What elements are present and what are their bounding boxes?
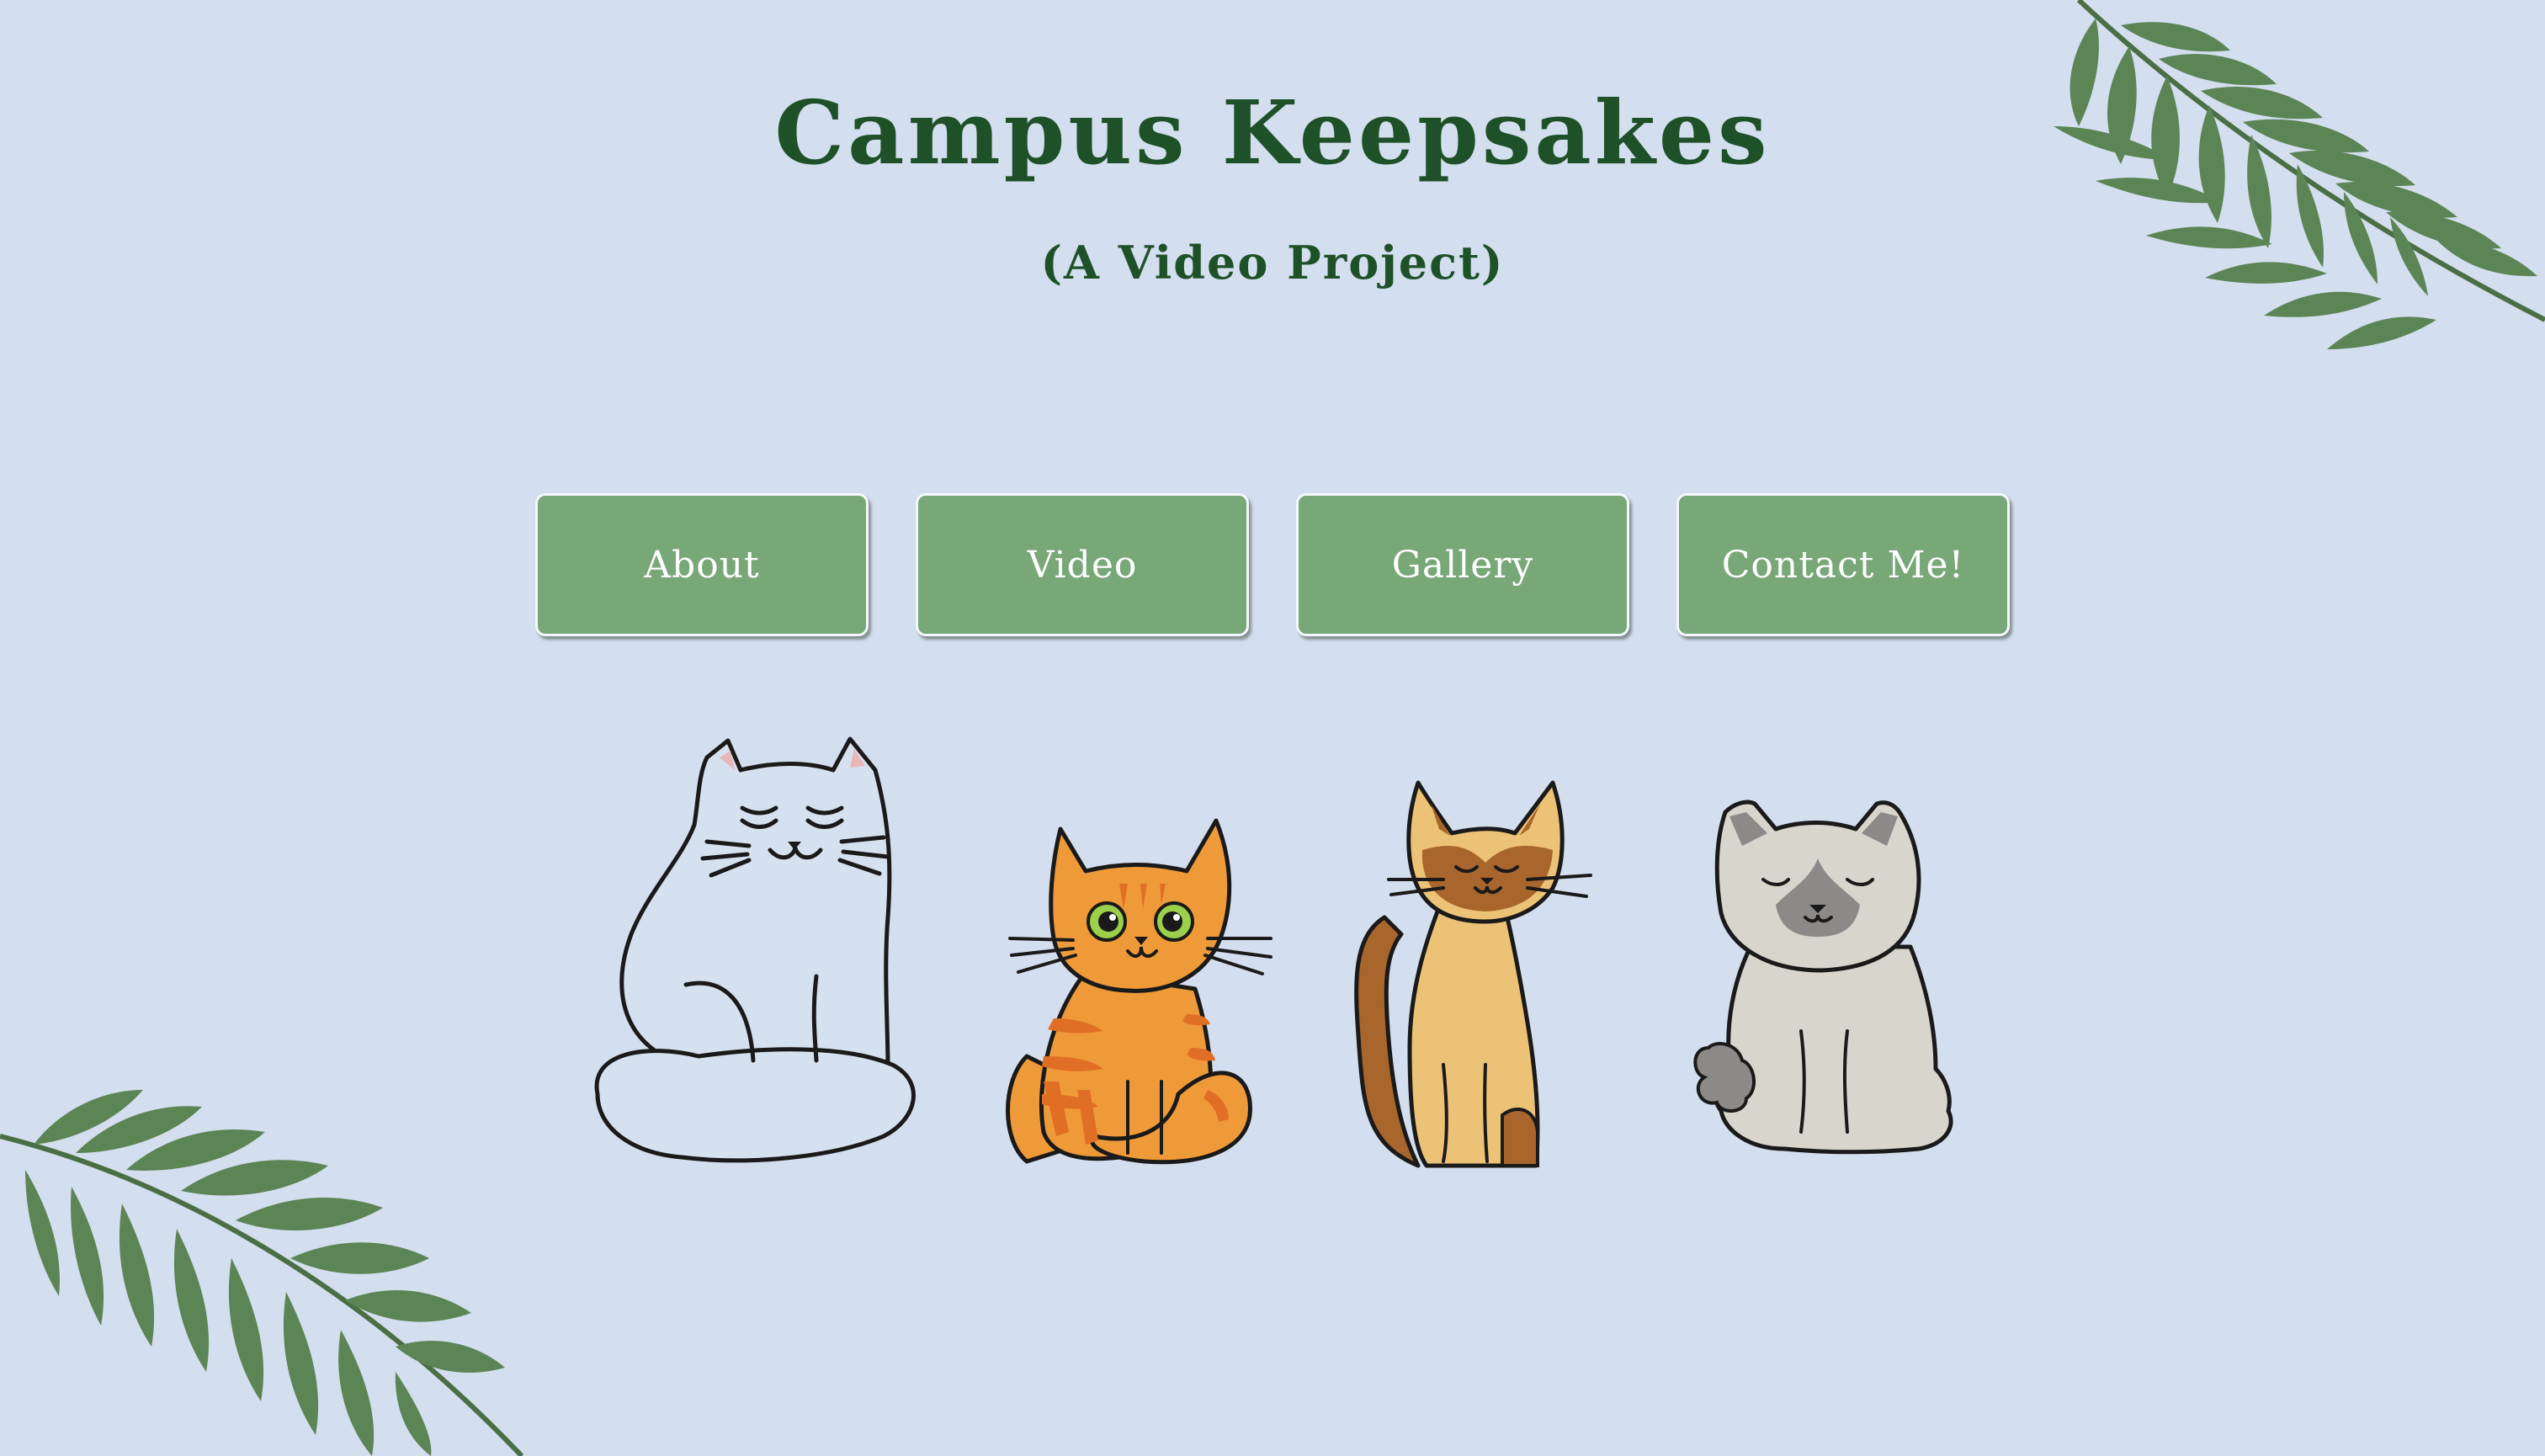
siamese-cat-illustration	[1354, 780, 1592, 1168]
gallery-button[interactable]: Gallery	[1296, 493, 1629, 636]
fern-leaf-top-right	[2054, 0, 2545, 349]
video-button[interactable]: Video	[916, 493, 1249, 636]
orange-tabby-cat-illustration	[1006, 818, 1272, 1165]
fern-leaf-bottom-left	[0, 1090, 524, 1456]
page-title: Campus Keepsakes	[774, 81, 1771, 184]
fluffy-gray-cat-illustration	[1693, 800, 1953, 1155]
page: Campus Keepsakes (A Video Project) About…	[0, 0, 2545, 1456]
contact-me-button[interactable]: Contact Me!	[1676, 493, 2010, 636]
about-button[interactable]: About	[535, 493, 869, 636]
page-subtitle: (A Video Project)	[1040, 236, 1505, 290]
main-nav: About Video Gallery Contact Me!	[535, 493, 2013, 638]
white-cat-illustration	[594, 736, 916, 1163]
